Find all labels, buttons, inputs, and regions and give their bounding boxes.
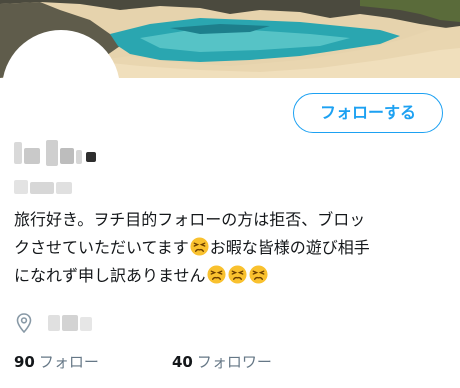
follow-button[interactable]: フォローする <box>293 93 443 133</box>
bio-line-text: になれず申し訳ありません <box>14 266 206 285</box>
profile-bio: 旅行好き。ヲチ目的フォローの方は拒否、ブロッ クさせていただいてます お暇な皆様の… <box>14 206 454 290</box>
following-count: 90 <box>14 353 35 371</box>
persevering-face-icon <box>249 265 268 284</box>
followers-label: フォロワー <box>196 353 272 371</box>
persevering-face-icon <box>190 237 209 256</box>
followers-count: 40 <box>172 353 193 371</box>
bio-line-text: クさせていただいてます <box>14 238 189 257</box>
following-label: フォロー <box>38 353 99 371</box>
persevering-face-icon <box>228 265 247 284</box>
profile-avatar[interactable] <box>2 30 120 148</box>
bio-line: クさせていただいてます お暇な皆様の遊び相手 <box>14 234 454 262</box>
bio-line-text: お暇な皆様の遊び相手 <box>209 238 370 257</box>
followers-link[interactable]: 40 フォロワー <box>172 352 272 372</box>
location-pin-icon <box>16 313 32 333</box>
following-link[interactable]: 90 フォロー <box>14 352 99 372</box>
persevering-face-icon <box>207 265 226 284</box>
bio-line: 旅行好き。ヲチ目的フォローの方は拒否、ブロッ <box>14 210 366 229</box>
bio-line: になれず申し訳ありません <box>14 262 454 290</box>
